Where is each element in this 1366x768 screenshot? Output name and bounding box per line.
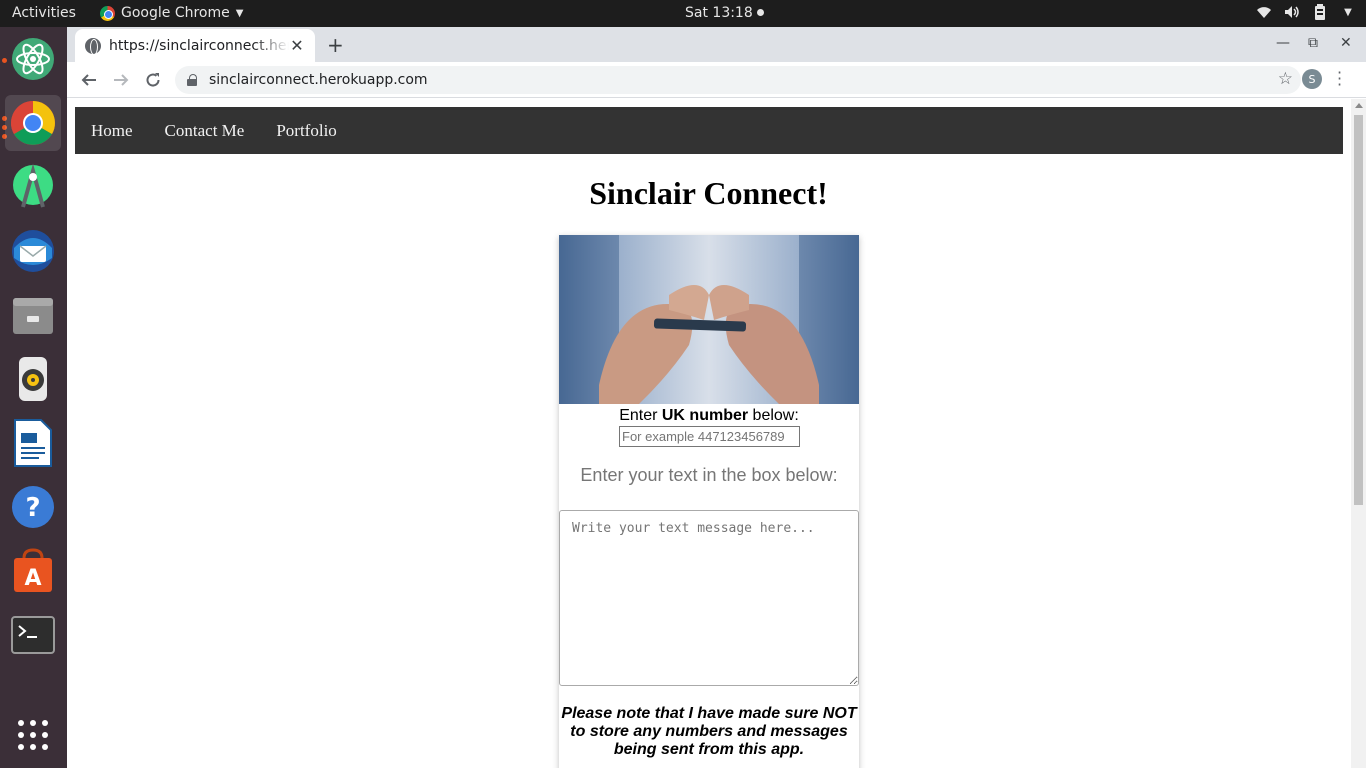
forward-arrow-icon	[114, 74, 129, 86]
nav-link-contact-me[interactable]: Contact Me	[149, 107, 261, 154]
app-menu-label: Google Chrome	[121, 5, 230, 21]
close-window-button[interactable]: ✕	[1340, 35, 1352, 51]
activities-button[interactable]: Activities	[12, 5, 76, 21]
app-menu[interactable]: Google Chrome ▼	[100, 5, 243, 21]
wifi-icon	[1256, 4, 1272, 20]
minimize-button[interactable]: —	[1276, 35, 1290, 51]
system-top-bar: Activities Google Chrome ▼ Sat 13:18 ▼	[0, 0, 1366, 27]
dock-help[interactable]: ?	[5, 479, 61, 535]
notification-dot-icon	[756, 9, 764, 16]
dock-software[interactable]: A	[5, 543, 61, 599]
bookmark-star-icon[interactable]: ☆	[1278, 69, 1293, 89]
volume-icon	[1284, 4, 1300, 20]
dock: ? A	[0, 27, 67, 768]
message-label: Enter your text in the box below:	[580, 465, 838, 485]
app-grid-icon	[18, 720, 48, 750]
tab-title: https://sinclairconnect.herokuapp.com	[109, 37, 289, 54]
address-bar-url: sinclairconnect.herokuapp.com	[209, 72, 428, 88]
browser-toolbar: sinclairconnect.herokuapp.com ☆ S · · ·	[67, 62, 1366, 98]
tab-strip: https://sinclairconnect.herokuapp.com ✕ …	[67, 27, 1366, 62]
hero-image-phone-hands	[559, 235, 859, 404]
dock-files[interactable]	[5, 287, 61, 343]
back-arrow-icon	[81, 74, 96, 86]
chrome-icon	[100, 5, 115, 21]
close-tab-icon[interactable]: ✕	[289, 36, 305, 55]
dock-writer[interactable]	[5, 415, 61, 471]
number-label-prefix: Enter	[619, 407, 662, 424]
scrollbar-thumb[interactable]	[1354, 115, 1363, 505]
svg-text:A: A	[24, 566, 41, 591]
dock-atom[interactable]	[5, 31, 61, 87]
site-nav: Home Contact Me Portfolio	[75, 107, 1343, 154]
message-textarea[interactable]	[559, 510, 859, 686]
nav-link-home[interactable]: Home	[75, 107, 149, 154]
page-scrollbar[interactable]	[1351, 99, 1366, 768]
battery-icon	[1312, 4, 1328, 20]
page-title: Sinclair Connect!	[589, 175, 828, 211]
system-menu-chevron-icon: ▼	[1344, 6, 1352, 18]
reload-button[interactable]	[141, 68, 165, 92]
thunderbird-icon	[12, 230, 54, 272]
page-viewport: Home Contact Me Portfolio Sinclair Conne…	[67, 99, 1366, 768]
atom-icon	[12, 38, 54, 80]
dock-show-applications[interactable]	[5, 707, 61, 763]
number-label-suffix: below:	[748, 407, 799, 424]
address-bar[interactable]: sinclairconnect.herokuapp.com ☆	[175, 66, 1301, 94]
forward-button[interactable]	[109, 68, 133, 92]
chevron-down-icon: ▼	[235, 7, 244, 19]
dock-thunderbird[interactable]	[5, 223, 61, 279]
browser-window: https://sinclairconnect.herokuapp.com ✕ …	[67, 27, 1366, 768]
globe-icon	[85, 37, 101, 55]
clock[interactable]: Sat 13:18	[685, 5, 764, 21]
files-icon	[13, 298, 53, 334]
rhythmbox-icon	[19, 357, 47, 401]
android-studio-icon	[13, 163, 53, 208]
restore-button[interactable]: ⧉	[1308, 35, 1318, 51]
chrome-icon	[11, 101, 55, 145]
sms-form-card: Enter UK number below: Enter your text i…	[559, 235, 859, 768]
nav-link-portfolio[interactable]: Portfolio	[260, 107, 352, 154]
system-tray[interactable]: ▼	[1256, 4, 1356, 20]
software-icon: A	[14, 548, 52, 592]
help-icon: ?	[12, 486, 54, 528]
dock-terminal[interactable]	[5, 607, 61, 663]
reload-icon	[146, 73, 160, 87]
lock-icon	[187, 74, 197, 86]
clock-label: Sat 13:18	[685, 5, 753, 21]
dock-rhythmbox[interactable]	[5, 351, 61, 407]
svg-text:?: ?	[25, 493, 40, 523]
profile-avatar[interactable]: S	[1302, 69, 1322, 89]
terminal-icon	[11, 616, 55, 654]
back-button[interactable]	[77, 68, 101, 92]
tab-sinclair-connect[interactable]: https://sinclairconnect.herokuapp.com ✕	[75, 29, 315, 62]
chrome-menu-icon[interactable]: · · ·	[1337, 65, 1342, 93]
privacy-note: Please note that I have made sure NOT to…	[561, 705, 857, 758]
scroll-up-arrow-icon[interactable]	[1355, 103, 1363, 108]
number-label: Enter UK number below:	[559, 407, 859, 425]
phone-number-input[interactable]	[619, 426, 800, 447]
new-tab-button[interactable]: +	[327, 33, 344, 57]
number-label-bold: UK number	[661, 407, 749, 424]
dock-android-studio[interactable]	[5, 159, 61, 215]
dock-chrome[interactable]	[5, 95, 61, 151]
writer-icon	[14, 419, 52, 467]
